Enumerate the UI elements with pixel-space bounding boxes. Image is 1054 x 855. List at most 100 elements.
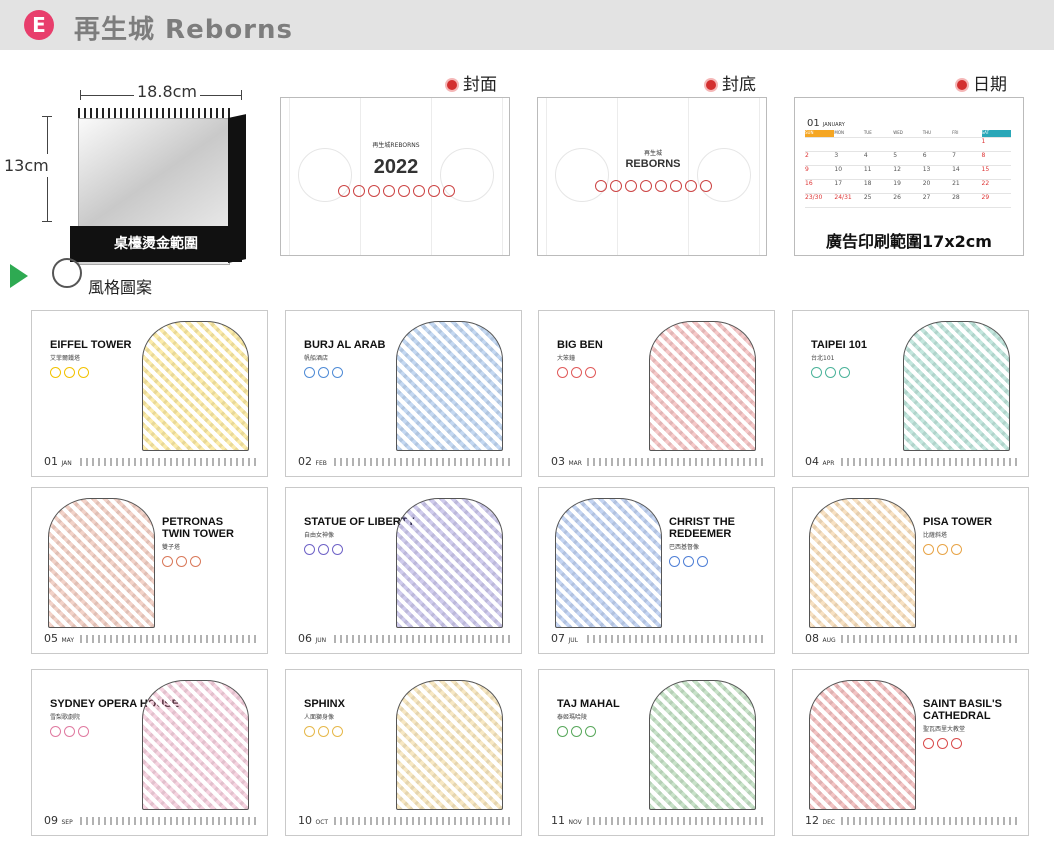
landmark-subtitle: 帆船酒店 [304,355,329,362]
month-label: 06 JUN [298,632,326,645]
day-strip [841,635,1021,643]
circle-icon [557,726,568,737]
month-abbr: AUG [822,637,836,644]
landmark-title: CHRIST THE REDEEMER [669,516,735,540]
circle-icon [78,367,89,378]
landmark-title: EIFFEL TOWER [50,339,132,351]
cal-weekday-row: SUN MON TUE WED THU FRI SAT [805,130,1011,138]
circle-icon [318,544,329,555]
month-number: 10 [298,814,312,827]
view-tag-label: 封面 [463,75,497,95]
cal-grid: SUN MON TUE WED THU FRI SAT 1 2345678 91… [805,130,1011,208]
icon-circle-row [162,556,201,567]
icon-circle-row [557,367,596,378]
landmark-illustration [142,321,249,451]
landmark-subtitle: 巴西基督像 [669,544,700,551]
month-label: 01 JAN [44,455,72,468]
month-card: SAINT BASIL'S CATHEDRAL 聖瓦西里大教堂 12 DEC [792,669,1029,836]
month-card: TAIPEI 101 台北101 04 APR [792,310,1029,477]
circle-icon [557,367,568,378]
month-number: 02 [298,455,312,468]
back-icon-row [593,180,713,194]
ad-print-area-caption: 廣告印刷範圍17x2cm [826,232,992,251]
month-abbr: OCT [315,819,329,826]
circle-icon [697,556,708,567]
month-label: 08 AUG [805,632,836,645]
circle-icon [811,367,822,378]
month-label: 03 MAR [551,455,582,468]
header-bar: E 再生城 Reborns [0,0,1054,50]
month-abbr: MAR [568,460,582,467]
day-strip [80,635,260,643]
icon-circle-row [923,738,962,749]
circle-icon [571,726,582,737]
day-strip [334,635,514,643]
circle-icon [951,738,962,749]
icon-circle-row [923,544,962,555]
landmark-illustration [142,680,249,810]
landmark-subtitle: 自由女神像 [304,532,335,539]
landmark-subtitle: 比薩斜塔 [923,532,948,539]
red-dot-icon [447,80,457,90]
month-abbr: JUN [315,637,327,644]
circle-icon [304,726,315,737]
day-strip [841,458,1021,466]
circle-icon [78,726,89,737]
circle-icon [162,556,173,567]
circle-icon [190,556,201,567]
icon-circle-row [669,556,708,567]
month-card: STATUE OF LIBERTY 自由女神像 06 JUN [285,487,522,654]
month-card: CHRIST THE REDEEMER 巴西基督像 07 JUL [538,487,775,654]
month-abbr: JUL [568,637,579,644]
circle-icon [937,738,948,749]
view-tag-label: 日期 [973,75,1007,95]
cal-week-row: 2345678 [805,152,1011,166]
landmark-illustration [48,498,155,628]
width-dimension-label: 18.8cm [134,82,201,101]
landmark-title: SAINT BASIL'S CATHEDRAL [923,698,1003,722]
day-strip [80,458,260,466]
red-dot-icon [706,80,716,90]
month-card: PETRONAS TWIN TOWER 雙子塔 05 MAY [31,487,268,654]
cal-week-row: 16 17 18 19 20 21 22 [805,180,1011,194]
landmark-subtitle: 大笨鐘 [557,355,576,362]
month-number: 08 [805,632,819,645]
landmark-illustration [555,498,662,628]
month-abbr: DEC [822,819,836,826]
section-badge: E [24,10,54,40]
landmark-illustration [903,321,1010,451]
circle-icon [951,544,962,555]
big-ben-ghost-right [688,98,760,255]
icon-circle-row [304,544,343,555]
month-label: 12 DEC [805,814,835,827]
big-ben-ghost-left [546,98,618,255]
height-dimension-label: 13cm [4,154,49,177]
cal-week-row: 23/30 24/31 25 26 27 28 29 [805,194,1011,208]
green-arrow-icon [10,264,28,288]
month-abbr: SEP [61,819,73,826]
month-card: SPHINX 人面獅身像 10 OCT [285,669,522,836]
circle-icon [585,726,596,737]
width-dimension-tick-right [241,90,242,100]
landmark-illustration [396,321,503,451]
month-card: SYDNEY OPERA HOUSE 雪梨歌劇院 09 SEP [31,669,268,836]
circle-icon [304,544,315,555]
view-tag-cover: 封面 [447,70,497,95]
day-strip [587,817,767,825]
circle-icon [825,367,836,378]
circle-icon [64,367,75,378]
landmark-subtitle: 聖瓦西里大教堂 [923,726,966,733]
back-title-small: 再生城 [643,150,662,157]
month-abbr: NOV [568,819,582,826]
landmark-subtitle: 雪梨歌劇院 [50,714,81,721]
circle-icon [304,367,315,378]
landmark-illustration [649,321,756,451]
month-label: 10 OCT [298,814,328,827]
red-dot-icon [957,80,967,90]
circle-icon [923,738,934,749]
circle-icon [669,556,680,567]
circle-icon [332,367,343,378]
landmark-title: BIG BEN [557,339,603,351]
landmark-title: TAIPEI 101 [811,339,868,351]
landmark-illustration [396,498,503,628]
